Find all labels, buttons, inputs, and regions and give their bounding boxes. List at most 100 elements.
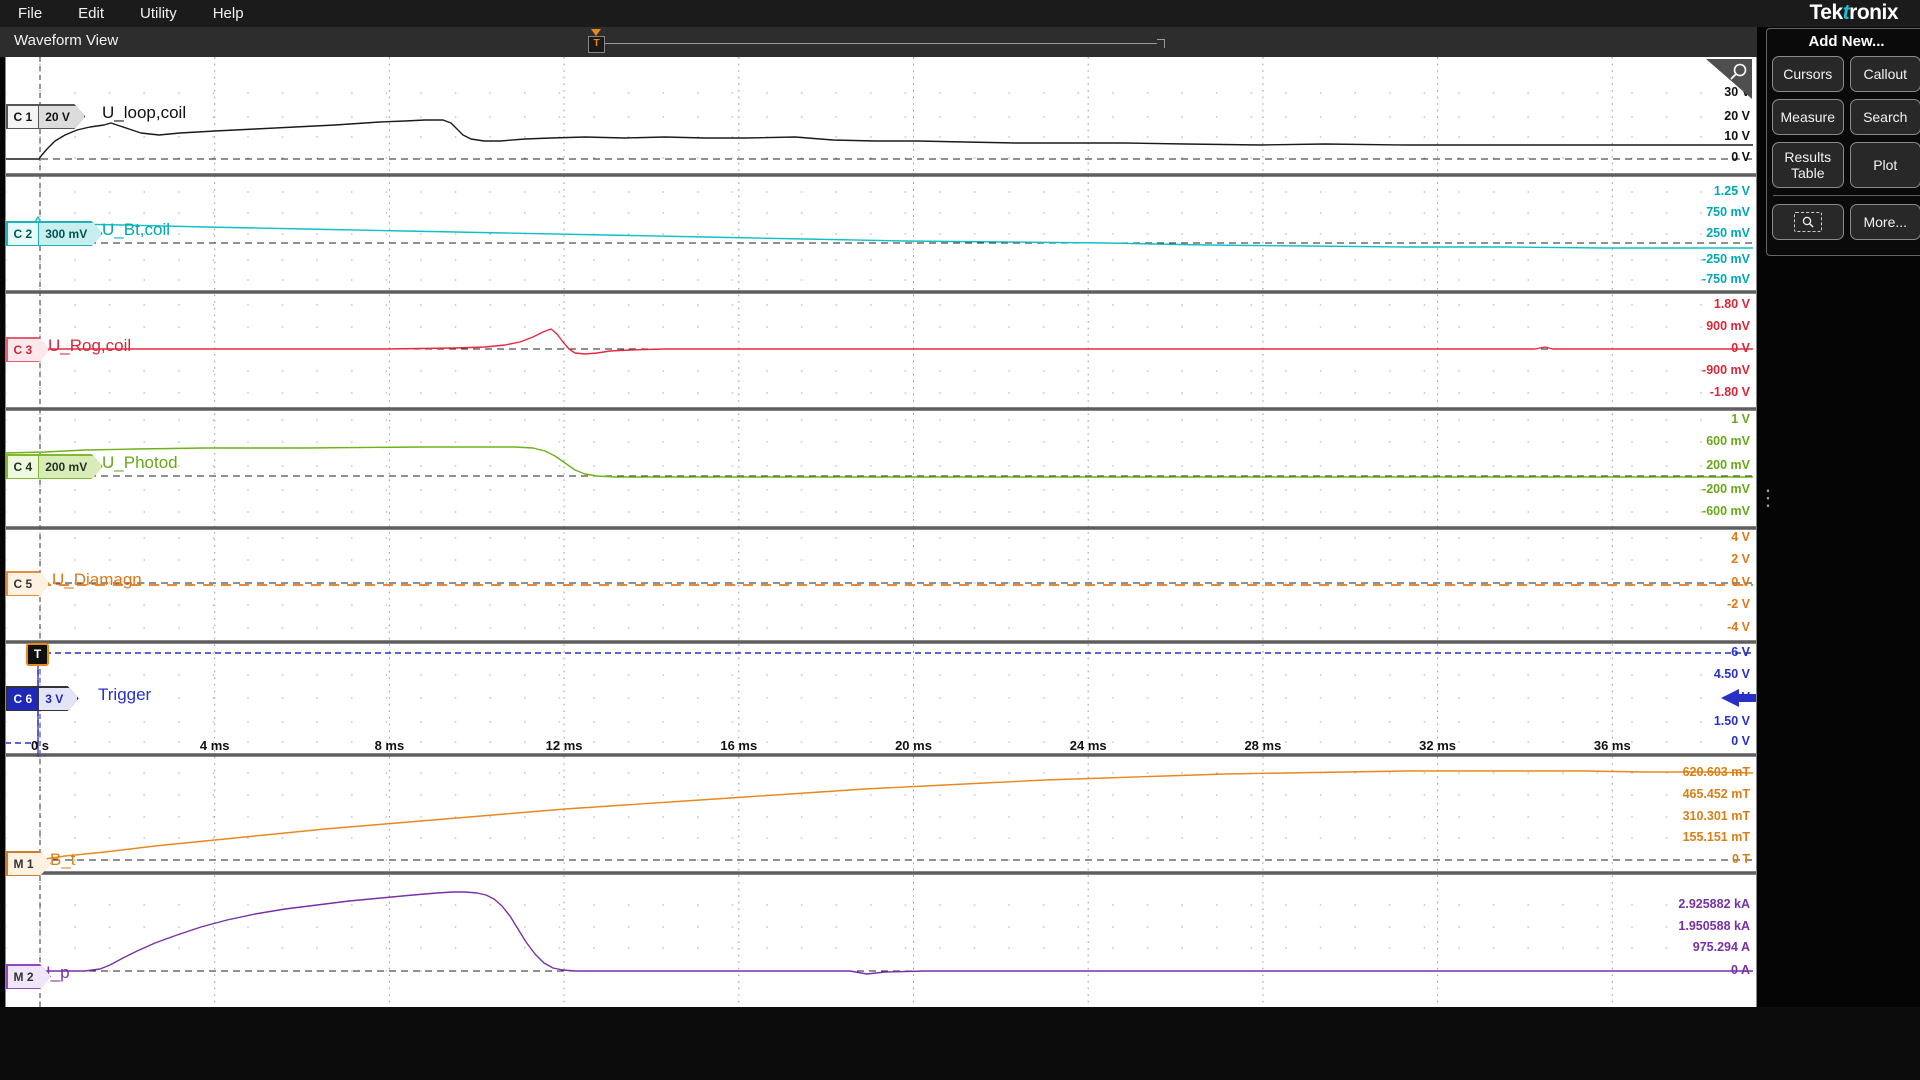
time-axis-label: 16 ms: [715, 738, 763, 753]
trigger-level-marker[interactable]: T: [26, 643, 49, 666]
axis-label-C3: 900 mV: [1706, 319, 1750, 333]
plot-overlays: T 30 V20 V10 V0 VC 120 VU_loop,coil1.25 …: [5, 57, 1757, 1007]
time-axis-label: 32 ms: [1414, 738, 1462, 753]
sidebar-button-plot[interactable]: Plot: [1850, 142, 1920, 188]
axis-label-C3: -900 mV: [1702, 363, 1750, 377]
channel-flag-M2[interactable]: M 2: [6, 964, 51, 989]
flag-scale-C6: 3 V: [38, 688, 77, 710]
flag-id-M1: M 1: [8, 853, 50, 875]
axis-label-C6: 4.50 V: [1714, 667, 1750, 681]
axis-label-C5: 0 V: [1731, 575, 1750, 589]
menu-bar: FileEditUtilityHelp Tektronix: [0, 0, 1920, 27]
axis-label-C4: -600 mV: [1702, 504, 1750, 518]
axis-label-C4: -200 mV: [1702, 482, 1750, 496]
waveform-view-titlebar: Waveform View T: [0, 27, 1757, 58]
menu-item-file[interactable]: File: [18, 5, 42, 22]
axis-label-C4: 200 mV: [1706, 458, 1750, 472]
channel-name-C3: U_Rog,coil: [48, 336, 131, 356]
trigger-position-arrow-icon[interactable]: [591, 29, 601, 36]
axis-label-M1: 465.452 mT: [1683, 787, 1750, 801]
axis-label-M1: 310.301 mT: [1683, 809, 1750, 823]
time-axis-label: 36 ms: [1588, 738, 1636, 753]
axis-label-M2: 0 A: [1731, 963, 1750, 977]
axis-label-C3: 1.80 V: [1714, 297, 1750, 311]
flag-id-C4: C 4: [8, 456, 39, 478]
right-sidebar: Add New... CursorsCalloutMeasureSearchRe…: [1766, 28, 1920, 256]
sidebar-row: MeasureSearch: [1772, 99, 1920, 135]
waveform-view-title: Waveform View: [14, 32, 118, 49]
panel-drag-handle[interactable]: ⋮: [1757, 492, 1779, 503]
channel-flag-C4[interactable]: C 4200 mV: [6, 454, 103, 479]
trigger-position-icon[interactable]: T: [588, 36, 605, 53]
axis-label-C4: 600 mV: [1706, 434, 1750, 448]
channel-name-C6: Trigger: [98, 685, 151, 705]
axis-label-C1: 10 V: [1724, 129, 1750, 143]
channel-name-M1: B_t: [50, 850, 76, 870]
axis-label-C1: 20 V: [1724, 109, 1750, 123]
flag-id-C6: C 6: [8, 688, 39, 710]
sidebar-row: CursorsCallout: [1772, 56, 1920, 92]
axis-label-C6: 1.50 V: [1714, 714, 1750, 728]
logo-post: ronix: [1849, 1, 1898, 24]
axis-label-M1: 0 T: [1732, 852, 1750, 866]
flag-scale-C1: 20 V: [38, 106, 84, 128]
menu-item-utility[interactable]: Utility: [140, 5, 177, 22]
axis-label-C5: 4 V: [1731, 530, 1750, 544]
menu-items: File Edit Utility Help: [18, 0, 244, 27]
axis-label-C3: -1.80 V: [1710, 385, 1750, 399]
axis-label-M1: 620.603 mT: [1683, 765, 1750, 779]
axis-label-C5: -4 V: [1727, 620, 1750, 634]
sidebar-button-more[interactable]: More...: [1850, 204, 1920, 240]
sidebar-buttons: CursorsCalloutMeasureSearchResultsTableP…: [1772, 56, 1920, 240]
record-view-line: [605, 43, 1157, 44]
channel-name-M2: I_p: [46, 963, 70, 983]
channel-flag-M1[interactable]: M 1: [6, 851, 51, 876]
time-axis-label: 4 ms: [191, 738, 239, 753]
time-axis-label: 0 s: [16, 738, 64, 753]
time-axis-label: 24 ms: [1064, 738, 1112, 753]
axis-label-C1: 0 V: [1731, 150, 1750, 164]
channel-name-C1: U_loop,coil: [102, 103, 186, 123]
oscilloscope-app: FileEditUtilityHelp Tektronix Waveform V…: [0, 0, 1920, 1080]
axis-label-C2: 250 mV: [1706, 226, 1750, 240]
menu-item-edit[interactable]: Edit: [78, 5, 104, 22]
sidebar-button-cursors[interactable]: Cursors: [1772, 56, 1844, 92]
sidebar-row: More...: [1772, 204, 1920, 240]
axis-label-C2: 1.25 V: [1714, 184, 1750, 198]
channel-flag-C2[interactable]: C 2300 mV: [6, 221, 103, 246]
sidebar-button-search[interactable]: Search: [1850, 99, 1920, 135]
sidebar-divider: [1773, 195, 1920, 196]
sidebar-button-results-table[interactable]: ResultsTable: [1772, 142, 1844, 188]
flag-scale-C2: 300 mV: [38, 223, 101, 245]
flag-id-C2: C 2: [8, 223, 39, 245]
channel-name-C5: U_Diamagn: [52, 570, 142, 590]
axis-label-C4: 1 V: [1731, 412, 1750, 426]
axis-label-M1: 155.151 mT: [1683, 830, 1750, 844]
logo-pre: Tek: [1810, 1, 1843, 24]
axis-label-M2: 975.294 A: [1693, 940, 1750, 954]
sidebar-button-zoom-area[interactable]: [1772, 204, 1844, 240]
menu-item-help[interactable]: Help: [213, 5, 244, 22]
bottom-bar: Ch 1⚠Clipping5 V/div1 MΩ200 kHzBwCh 2⚠Cl…: [0, 1007, 1920, 1080]
channel-flag-C1[interactable]: C 120 V: [6, 104, 85, 129]
channel-flag-C5[interactable]: C 5: [6, 571, 50, 596]
channel-flag-C6[interactable]: C 63 V: [6, 686, 79, 711]
flag-id-M2: M 2: [8, 966, 50, 988]
axis-label-C5: -2 V: [1727, 597, 1750, 611]
axis-label-C2: -250 mV: [1702, 252, 1750, 266]
zoom-area-icon: [1794, 212, 1822, 232]
sidebar-button-measure[interactable]: Measure: [1772, 99, 1844, 135]
flag-id-C3: C 3: [8, 339, 49, 361]
axis-label-C2: -750 mV: [1702, 272, 1750, 286]
axis-label-C2: 750 mV: [1706, 205, 1750, 219]
channel-flag-C3[interactable]: C 3: [6, 337, 50, 362]
flag-id-C5: C 5: [8, 573, 49, 595]
flag-id-C1: C 1: [8, 106, 39, 128]
axis-label-C6: 3 V: [1731, 690, 1750, 704]
sidebar-button-callout[interactable]: Callout: [1850, 56, 1920, 92]
flag-scale-C4: 200 mV: [38, 456, 101, 478]
record-view-bracket: [1157, 39, 1165, 48]
time-axis-label: 12 ms: [540, 738, 588, 753]
waveform-graticule[interactable]: T 30 V20 V10 V0 VC 120 VU_loop,coil1.25 …: [5, 57, 1757, 1007]
time-axis-label: 28 ms: [1239, 738, 1287, 753]
